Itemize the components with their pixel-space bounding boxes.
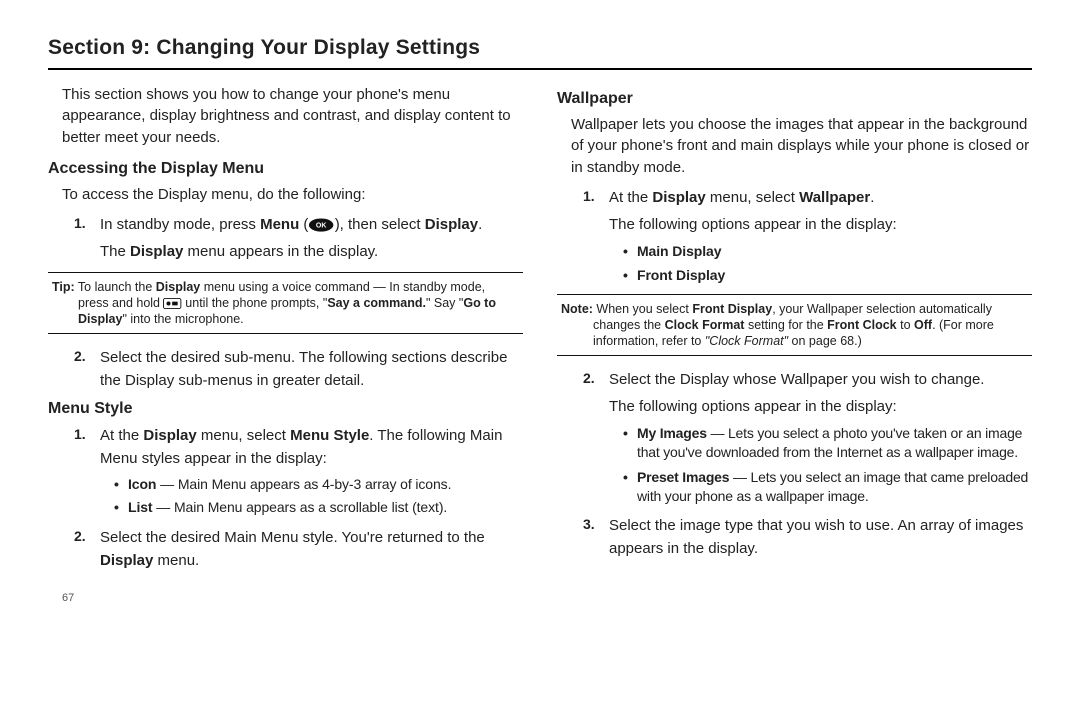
access-steps: 1. In standby mode, press Menu ( OK ), the… [48, 213, 523, 264]
bold-display: Display [425, 216, 478, 233]
text: The [100, 243, 130, 260]
menustyle-step-2: 2. Select the desired Main Menu style. Y… [74, 526, 523, 573]
bold-main-display: Main Display [637, 243, 721, 259]
bold-preset-images: Preset Images [637, 469, 729, 485]
section-title: Section 9: Changing Your Display Setting… [48, 36, 1032, 70]
text: — Main Menu appears as 4-by-3 array of i… [156, 476, 451, 492]
option-main-display: Main Display [623, 242, 1032, 262]
wallpaper-step-3: 3. Select the image type that you wish t… [583, 514, 1032, 561]
text: " Say " [426, 296, 463, 310]
text: At the [609, 189, 652, 206]
intro-paragraph: This section shows you how to change you… [48, 84, 523, 148]
tip-box: Tip: To launch the Display menu using a … [48, 272, 523, 334]
bold-display: Display [156, 280, 200, 294]
bold-display: Display [130, 243, 183, 260]
tip-text: Tip: To launch the Display menu using a … [52, 279, 519, 327]
bold-say-command: Say a command. [327, 296, 426, 310]
step-subline: The Display menu appears in the display. [100, 240, 523, 263]
step-number: 2. [74, 526, 86, 548]
step-number: 1. [74, 213, 86, 235]
text: . [870, 189, 874, 206]
cross-reference: "Clock Format" [705, 334, 788, 348]
step-number: 2. [74, 346, 86, 368]
text: to [897, 318, 914, 332]
two-column-layout: This section shows you how to change you… [48, 84, 1032, 604]
image-type-options: My Images — Lets you select a photo you'… [609, 424, 1032, 506]
bold-menu-style: Menu Style [290, 427, 369, 444]
text: . [478, 216, 482, 233]
note-label: Note: [561, 302, 593, 316]
text: until the phone prompts, " [182, 296, 328, 310]
text: Select the Display whose Wallpaper you w… [609, 371, 984, 388]
bold-wallpaper: Wallpaper [799, 189, 870, 206]
text: Select the image type that you wish to u… [609, 517, 1023, 557]
text: Select the desired Main Menu style. You'… [100, 529, 485, 546]
bold-display: Display [143, 427, 196, 444]
text: menu, select [706, 189, 799, 206]
menustyle-steps: 1. At the Display menu, select Menu Styl… [48, 424, 523, 572]
menustyle-step-1: 1. At the Display menu, select Menu Styl… [74, 424, 523, 518]
bold-list: List [128, 499, 153, 515]
bold-display: Display [652, 189, 705, 206]
ok-button-icon: OK [308, 218, 334, 232]
display-options: Main Display Front Display [609, 242, 1032, 285]
step-number: 2. [583, 368, 595, 390]
heading-menu-style: Menu Style [48, 400, 523, 418]
text: ( [299, 216, 308, 233]
heading-wallpaper: Wallpaper [557, 90, 1032, 108]
step-number: 1. [74, 424, 86, 446]
text: — Main Menu appears as a scrollable list… [153, 499, 448, 515]
right-column: Wallpaper Wallpaper lets you choose the … [557, 84, 1032, 604]
bold-front-display: Front Display [637, 267, 725, 283]
text: menu. [153, 552, 199, 569]
menustyle-options: Icon — Main Menu appears as 4-by-3 array… [100, 475, 523, 518]
step-subline: The following options appear in the disp… [609, 395, 1032, 418]
wallpaper-step-2: 2. Select the Display whose Wallpaper yo… [583, 368, 1032, 506]
option-my-images: My Images — Lets you select a photo you'… [623, 424, 1032, 462]
text: When you select [593, 302, 692, 316]
bold-clock-format: Clock Format [665, 318, 745, 332]
bold-front-clock: Front Clock [827, 318, 896, 332]
access-step-1: 1. In standby mode, press Menu ( OK ), the… [74, 213, 523, 264]
text: setting for the [744, 318, 827, 332]
bold-front-display: Front Display [692, 302, 772, 316]
wallpaper-steps: 1. At the Display menu, select Wallpaper… [557, 186, 1032, 286]
wallpaper-steps-cont: 2. Select the Display whose Wallpaper yo… [557, 368, 1032, 561]
text: To launch the [75, 280, 156, 294]
left-column: This section shows you how to change you… [48, 84, 523, 604]
note-text: Note: When you select Front Display, you… [561, 301, 1028, 349]
text: At the [100, 427, 143, 444]
step-number: 1. [583, 186, 595, 208]
text: menu, select [197, 427, 290, 444]
text: ), then select [335, 216, 425, 233]
note-box: Note: When you select Front Display, you… [557, 294, 1032, 356]
access-steps-cont: 2. Select the desired sub-menu. The foll… [48, 346, 523, 393]
bold-off: Off [914, 318, 932, 332]
access-step-2: 2. Select the desired sub-menu. The foll… [74, 346, 523, 393]
step-number: 3. [583, 514, 595, 536]
record-key-icon [163, 298, 181, 309]
option-icon: Icon — Main Menu appears as 4-by-3 array… [114, 475, 523, 495]
text: In standby mode, press [100, 216, 260, 233]
bold-icon: Icon [128, 476, 156, 492]
heading-accessing-display-menu: Accessing the Display Menu [48, 160, 523, 178]
manual-page: Section 9: Changing Your Display Setting… [0, 0, 1080, 622]
page-number: 67 [48, 592, 523, 604]
bold-my-images: My Images [637, 425, 707, 441]
text: on page 68.) [788, 334, 862, 348]
text: " into the microphone. [122, 312, 243, 326]
tip-label: Tip: [52, 280, 75, 294]
option-preset-images: Preset Images — Lets you select an image… [623, 468, 1032, 506]
access-lead: To access the Display menu, do the follo… [62, 184, 523, 205]
bold-display: Display [100, 552, 153, 569]
option-list: List — Main Menu appears as a scrollable… [114, 498, 523, 518]
step-subline: The following options appear in the disp… [609, 213, 1032, 236]
svg-text:OK: OK [316, 223, 327, 230]
wallpaper-step-1: 1. At the Display menu, select Wallpaper… [583, 186, 1032, 286]
wallpaper-lead: Wallpaper lets you choose the images tha… [571, 114, 1032, 178]
option-front-display: Front Display [623, 266, 1032, 286]
text: Select the desired sub-menu. The followi… [100, 349, 507, 389]
text: menu appears in the display. [183, 243, 378, 260]
bold-menu: Menu [260, 216, 299, 233]
